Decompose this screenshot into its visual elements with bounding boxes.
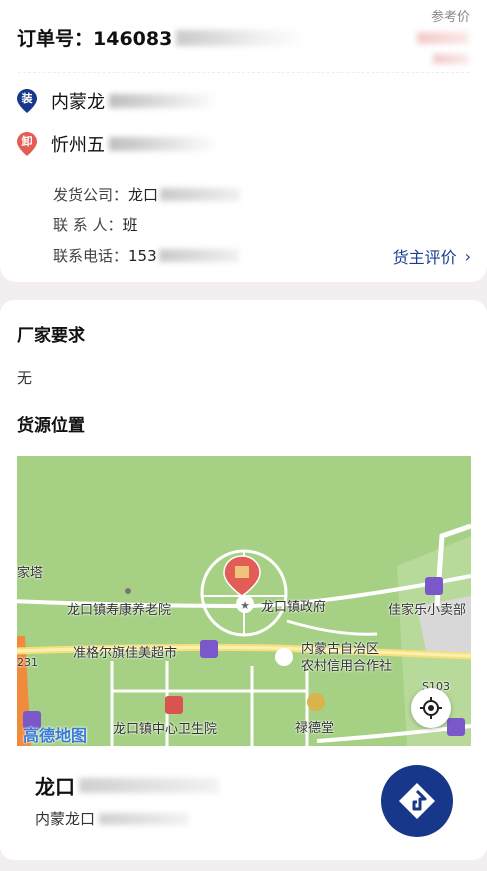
unloading-place-masked	[109, 137, 219, 151]
order-number-row: 订单号：146083	[17, 24, 307, 51]
map-label: 家塔	[17, 566, 44, 581]
shipper-company-masked	[160, 188, 241, 201]
contact-label: 联 系 人：	[53, 216, 123, 234]
destination-address-masked	[99, 812, 190, 825]
map-label: 龙口镇寿康养老院	[67, 603, 172, 618]
requirements-title: 厂家要求	[17, 326, 85, 346]
requirements-value: 无	[17, 369, 33, 387]
map-label: 佳家乐小卖部	[388, 603, 467, 618]
shipper-company-row: 发货公司： 龙口	[53, 184, 241, 205]
shipper-company-label: 发货公司：	[53, 186, 129, 204]
phone-label: 联系电话：	[53, 247, 129, 265]
phone-value: 153	[128, 246, 157, 265]
loading-place-masked	[109, 94, 219, 108]
cargo-location-map[interactable]: ★ 家塔 龙口镇寿康养老院 龙口镇政府 佳家乐小卖部 准格尔旗佳美超市 内蒙古自…	[17, 456, 471, 746]
destination-address-row: 内蒙龙口	[35, 808, 190, 829]
loading-place: 内蒙龙	[51, 92, 105, 113]
destination-name: 龙口	[35, 775, 75, 799]
map-provider-logo: 高德地图	[23, 726, 88, 745]
destination-name-row: 龙口	[35, 771, 219, 800]
shipper-company-value: 龙口	[128, 186, 159, 204]
reference-price-label: 参考价	[430, 10, 470, 25]
contact-row: 联 系 人： 班	[53, 214, 138, 235]
chevron-right-icon: ›	[464, 246, 471, 266]
loading-row: 装 内蒙龙	[16, 88, 219, 114]
phone-masked	[158, 249, 239, 262]
shipper-rating-label: 货主评价	[392, 248, 457, 267]
map-label: 准格尔旗佳美超市	[73, 646, 178, 661]
unloading-place: 忻州五	[51, 135, 105, 156]
contact-value: 班	[122, 216, 138, 234]
locate-icon	[420, 697, 442, 719]
order-number-masked	[176, 29, 307, 46]
unload-pin-icon: 卸	[16, 131, 38, 157]
svg-text:★: ★	[240, 599, 250, 612]
phone-row: 联系电话： 153	[53, 245, 239, 266]
navigate-button[interactable]	[381, 765, 453, 837]
map-label: 禄德堂	[295, 721, 335, 736]
divider	[18, 72, 469, 73]
navigation-arrow-icon	[399, 783, 435, 819]
map-label: 农村信用合作社	[301, 659, 393, 674]
load-pin-icon: 装	[16, 88, 38, 114]
reference-price-masked	[417, 32, 469, 44]
map-label: 龙口镇政府	[261, 600, 327, 615]
unload-badge: 卸	[21, 135, 33, 148]
unloading-row: 卸 忻州五	[16, 131, 219, 157]
load-badge: 装	[21, 92, 33, 105]
destination-address: 内蒙龙口	[35, 810, 96, 828]
road-sign-label: 231	[17, 656, 38, 669]
map-label: 龙口镇中心卫生院	[113, 722, 218, 737]
reference-price-unit-masked	[433, 54, 469, 64]
my-location-button[interactable]	[411, 688, 451, 728]
location-title: 货源位置	[17, 416, 85, 436]
shipper-rating-link[interactable]: 货主评价 ›	[393, 244, 471, 268]
order-number: 订单号：146083	[17, 28, 173, 50]
destination-name-masked	[79, 778, 219, 793]
